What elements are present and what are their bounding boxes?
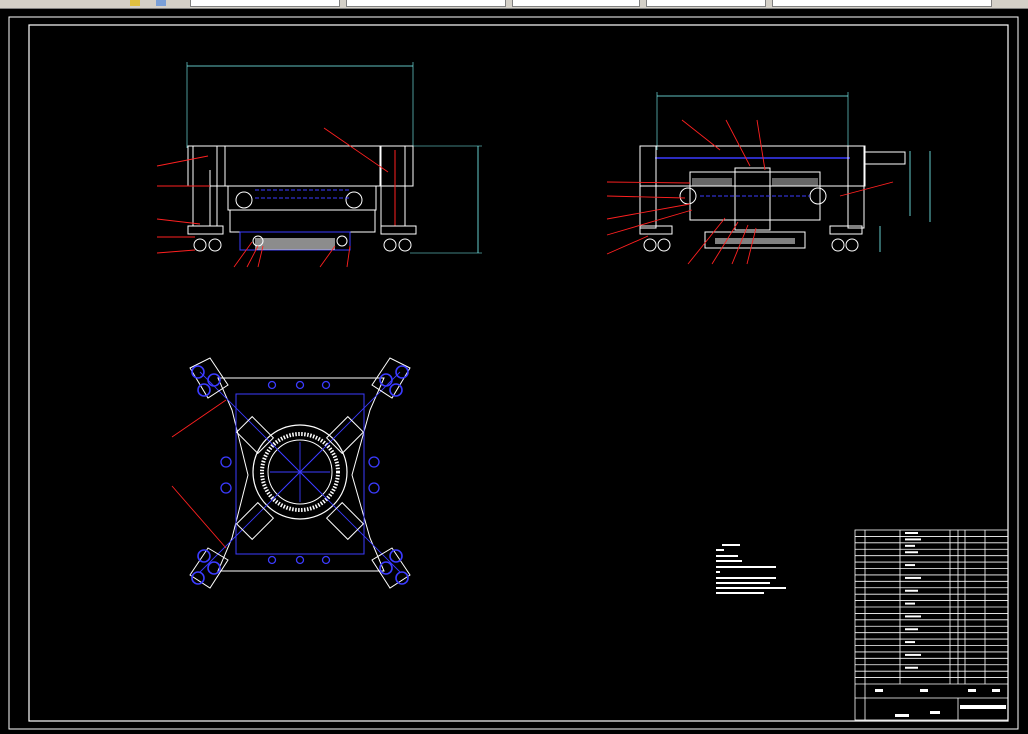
bom-row-text (905, 538, 921, 541)
technical-notes (716, 544, 786, 594)
bom-row-text (905, 532, 918, 534)
bom-row-text (905, 576, 921, 579)
side-view[interactable] (606, 92, 931, 265)
bom-row-text (905, 564, 915, 567)
bom-row-text (905, 628, 918, 631)
plotstyle-dropdown[interactable] (772, 0, 992, 7)
drawing-canvas[interactable] (0, 9, 1028, 734)
color-dropdown[interactable] (346, 0, 506, 7)
bom-row-text (905, 544, 915, 547)
bom-row-text (905, 653, 921, 656)
bom-row-text (905, 602, 915, 605)
bom-row-text (905, 641, 915, 644)
bom-row-text (905, 551, 918, 554)
top-view[interactable] (171, 357, 411, 589)
lineweight-dropdown[interactable] (646, 0, 766, 7)
layer-dropdown[interactable] (190, 0, 340, 7)
cad-drawing (8, 16, 1019, 730)
sheet-inner-frame (28, 24, 1009, 722)
cad-toolbar (0, 0, 1028, 9)
layer-icon[interactable] (130, 0, 140, 6)
bom-row-text (905, 589, 918, 592)
bom-row-text (905, 666, 918, 669)
front-view[interactable] (156, 62, 482, 268)
layer-state-icon[interactable] (156, 0, 166, 6)
bom-row-text (905, 615, 921, 618)
sheet-outer-frame (8, 16, 1019, 730)
linetype-dropdown[interactable] (512, 0, 640, 7)
title-block (854, 529, 1009, 721)
